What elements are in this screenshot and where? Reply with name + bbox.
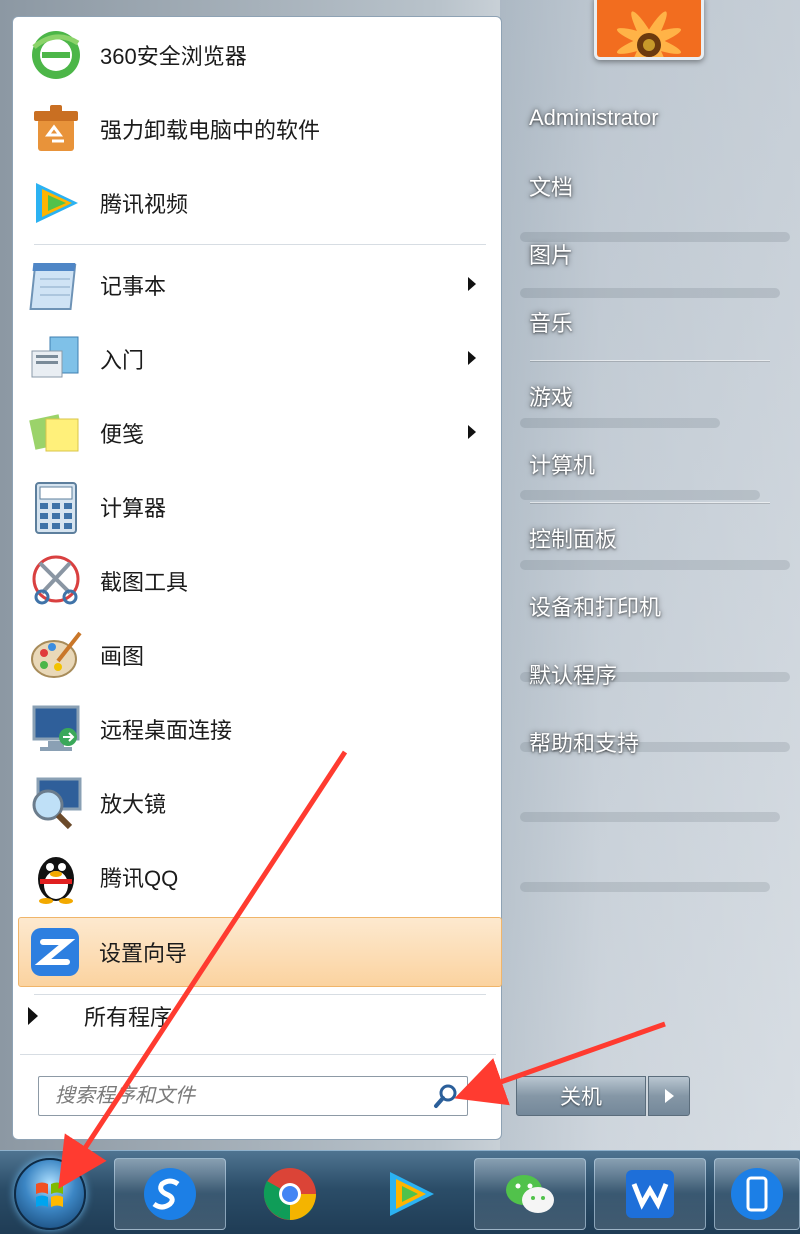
start-button[interactable] [14, 1158, 86, 1230]
separator [34, 994, 486, 995]
menu-item-getting-started[interactable]: 入门 [20, 324, 492, 394]
menu-item-calculator[interactable]: 计算器 [20, 472, 498, 542]
menu-item-tencent-video[interactable]: 腾讯视频 [20, 168, 498, 238]
menu-item-qq[interactable]: 腾讯QQ [20, 842, 498, 912]
menu-item-paint[interactable]: 画图 [20, 620, 498, 690]
tencent-video-icon [390, 1172, 434, 1216]
expand-arrow-icon [28, 1007, 38, 1025]
separator [530, 502, 770, 503]
right-item-music[interactable]: 音乐 [518, 300, 778, 344]
submenu-arrow-icon[interactable] [468, 351, 476, 365]
setup-wizard-icon [25, 922, 85, 982]
uninstall-box-icon [26, 99, 86, 159]
menu-item-label: 截图工具 [100, 570, 189, 595]
menu-item-label: 设置向导 [99, 941, 188, 966]
wps-icon [626, 1170, 674, 1218]
menu-item-label: 入门 [100, 348, 145, 373]
menu-item-label: 记事本 [100, 274, 167, 299]
menu-item-label: 360安全浏览器 [100, 44, 247, 69]
remote-desktop-icon [26, 699, 86, 759]
taskbar-wps[interactable] [594, 1158, 706, 1230]
search-icon[interactable] [433, 1083, 459, 1113]
menu-item-uninstaller[interactable]: 强力卸载电脑中的软件 [20, 94, 498, 164]
menu-item-remote-desktop[interactable]: 远程桌面连接 [20, 694, 498, 764]
snipping-tool-icon [26, 551, 86, 611]
right-item-games[interactable]: 游戏 [518, 374, 778, 418]
chevron-right-icon [664, 1089, 674, 1103]
tencent-video-icon [26, 173, 86, 233]
right-item-user[interactable]: Administrator [518, 96, 778, 140]
chrome-icon [263, 1168, 316, 1220]
notepad-icon [26, 255, 86, 315]
menu-item-snipping-tool[interactable]: 截图工具 [20, 546, 498, 616]
sticky-notes-icon [26, 403, 86, 463]
submenu-arrow-icon[interactable] [468, 425, 476, 439]
submenu-arrow-icon[interactable] [468, 277, 476, 291]
taskbar-tencent-video[interactable] [354, 1158, 466, 1230]
menu-item-notepad[interactable]: 记事本 [20, 250, 492, 320]
menu-item-label: 腾讯视频 [100, 192, 189, 217]
paint-icon [26, 625, 86, 685]
separator [20, 1054, 496, 1055]
menu-item-magnifier[interactable]: 放大镜 [20, 768, 498, 838]
taskbar-wechat[interactable] [474, 1158, 586, 1230]
qq-penguin-icon [26, 847, 86, 907]
shutdown-button[interactable]: 关机 [516, 1076, 646, 1116]
right-item-computer[interactable]: 计算机 [518, 442, 778, 486]
menu-item-label: 便笺 [100, 422, 145, 447]
right-item-documents[interactable]: 文档 [518, 164, 778, 208]
taskbar-sogou-browser[interactable] [114, 1158, 226, 1230]
menu-item-label: 画图 [100, 644, 145, 669]
right-item-devices-printers[interactable]: 设备和打印机 [518, 584, 778, 628]
user-picture[interactable] [594, 0, 704, 60]
separator [530, 360, 770, 361]
menu-item-label: 强力卸载电脑中的软件 [100, 118, 321, 143]
360-browser-icon [26, 25, 86, 85]
separator [34, 244, 486, 245]
getting-started-icon [26, 329, 86, 389]
menu-item-setup-wizard[interactable]: 设置向导 [18, 917, 502, 987]
magnifier-icon [26, 773, 86, 833]
phone-icon [731, 1168, 783, 1220]
menu-item-label: 远程桌面连接 [100, 718, 233, 743]
taskbar-phone-app[interactable] [714, 1158, 800, 1230]
search-input[interactable] [39, 1078, 419, 1114]
menu-item-label: 腾讯QQ [100, 866, 179, 891]
menu-item-360-browser[interactable]: 360安全浏览器 [20, 20, 498, 90]
wechat-icon [506, 1175, 554, 1213]
all-programs-label: 所有程序 [84, 1005, 173, 1030]
windows-logo-icon [36, 1182, 63, 1207]
menu-item-label: 放大镜 [100, 792, 167, 817]
search-box[interactable] [38, 1076, 468, 1116]
calculator-icon [26, 477, 86, 537]
all-programs-button[interactable]: 所有程序 [28, 1000, 172, 1032]
shutdown-options-button[interactable] [648, 1076, 690, 1116]
right-item-control-panel[interactable]: 控制面板 [518, 516, 778, 560]
menu-item-label: 计算器 [100, 496, 167, 521]
taskbar-chrome[interactable] [234, 1158, 346, 1230]
right-item-default-programs[interactable]: 默认程序 [518, 652, 778, 696]
right-item-help-support[interactable]: 帮助和支持 [518, 720, 778, 764]
flower-icon [597, 0, 701, 57]
menu-item-sticky-notes[interactable]: 便笺 [20, 398, 492, 468]
sogou-browser-icon [144, 1168, 196, 1220]
right-item-pictures[interactable]: 图片 [518, 232, 778, 276]
